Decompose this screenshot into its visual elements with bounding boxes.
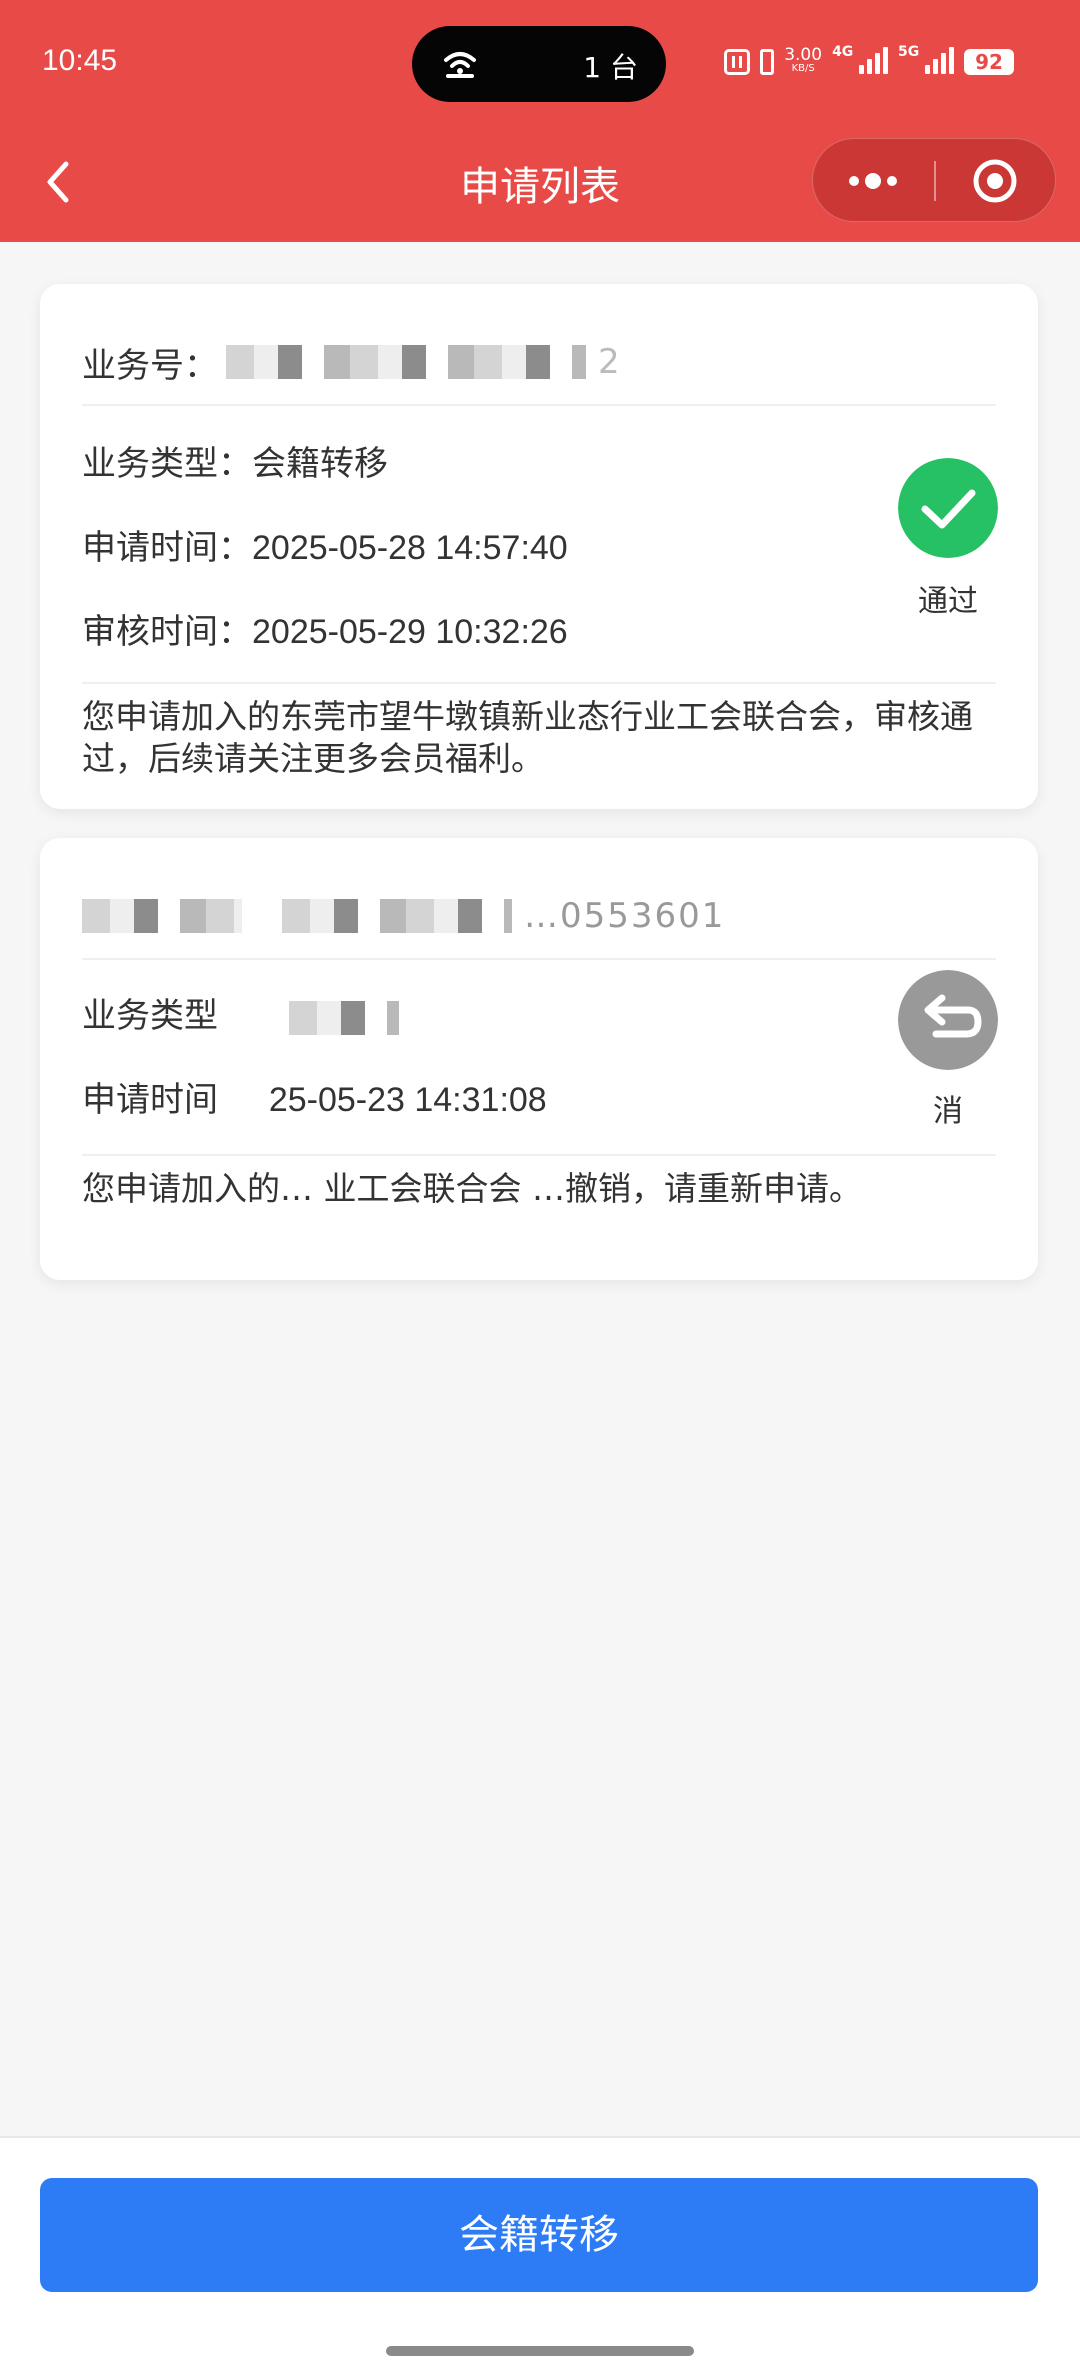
close-miniprogram-button[interactable] bbox=[937, 139, 1057, 223]
status-icons: 3.00 KB/S 4G 5G 92 bbox=[724, 44, 1014, 79]
review-time-label: 审核时间： bbox=[82, 612, 252, 652]
divider bbox=[82, 682, 996, 684]
apply-time-label: 申请时间 bbox=[82, 1080, 218, 1120]
business-type-label: 业务类型： bbox=[82, 444, 252, 484]
dynamic-island: 1 台 bbox=[412, 26, 666, 102]
redacted-mosaic bbox=[82, 899, 242, 933]
application-card[interactable]: …0553601 业务类型 申请时间 25-05-23 14:31:08 消 您… bbox=[40, 838, 1038, 1280]
capsule-divider bbox=[934, 161, 936, 201]
review-time-field: 审核时间：2025-05-29 10:32:26 bbox=[82, 604, 568, 653]
membership-transfer-button[interactable]: 会籍转移 bbox=[40, 2178, 1038, 2292]
application-card[interactable]: 业务号： 2 业务类型：会籍转移 申请时间：2025-05-28 14:57:4… bbox=[40, 284, 1038, 809]
nfc-icon bbox=[724, 48, 751, 75]
status-time: 10:45 bbox=[42, 44, 118, 77]
business-number-value: 2 bbox=[598, 342, 622, 382]
signal-4g-icon: 4G bbox=[832, 44, 889, 79]
check-circle-icon bbox=[898, 458, 998, 558]
redacted-mosaic bbox=[282, 899, 512, 933]
business-type-label: 业务类型 bbox=[82, 996, 218, 1036]
status-label-revoked: 消 bbox=[933, 1094, 963, 1129]
apply-time-field: 申请时间 25-05-23 14:31:08 bbox=[82, 1072, 547, 1121]
business-number-label: 业务号： bbox=[82, 345, 218, 386]
business-number-row: …0553601 bbox=[82, 888, 725, 944]
undo-circle-icon bbox=[898, 970, 998, 1070]
apply-time-field: 申请时间：2025-05-28 14:57:40 bbox=[82, 520, 568, 569]
signal-5g-icon: 5G bbox=[898, 44, 954, 79]
business-number-value: …0553601 bbox=[524, 896, 726, 936]
mini-program-capsule bbox=[812, 138, 1056, 222]
island-text: 1 台 bbox=[583, 51, 638, 84]
review-time-value: 2025-05-29 10:32:26 bbox=[252, 613, 568, 651]
business-type-field: 业务类型：会籍转移 bbox=[82, 436, 388, 485]
target-circle-icon bbox=[973, 159, 1017, 203]
divider bbox=[82, 404, 996, 406]
divider bbox=[82, 1154, 996, 1156]
apply-time-value: 25-05-23 14:31:08 bbox=[268, 1081, 547, 1119]
app-header: 10:45 1 台 3.00 KB/S 4G 5G 92 申请列表 bbox=[0, 0, 1080, 242]
business-type-value: 会籍转移 bbox=[252, 445, 388, 483]
review-note: 您申请加入的东莞市望牛墩镇新业态行业工会联合会，审核通过，后续请关注更多会员福利… bbox=[82, 697, 973, 778]
status-label-approved: 通过 bbox=[918, 584, 978, 619]
business-type-field: 业务类型 bbox=[82, 988, 399, 1037]
more-dots-icon bbox=[849, 173, 897, 189]
battery-indicator: 92 bbox=[964, 48, 1014, 75]
apply-time-label: 申请时间： bbox=[82, 528, 252, 568]
business-number-row: 业务号： 2 bbox=[82, 334, 622, 390]
divider bbox=[82, 958, 996, 960]
redacted-mosaic bbox=[288, 1000, 399, 1035]
vibrate-icon bbox=[760, 48, 775, 75]
hotspot-icon bbox=[444, 52, 476, 78]
review-note: 您申请加入的… 业工会联合会 …撤销，请重新申请。 bbox=[82, 1169, 862, 1208]
apply-time-value: 2025-05-28 14:57:40 bbox=[252, 529, 568, 567]
home-indicator[interactable] bbox=[386, 2346, 694, 2356]
redacted-mosaic bbox=[226, 345, 586, 379]
network-speed: 3.00 KB/S bbox=[784, 44, 823, 74]
more-button[interactable] bbox=[813, 139, 933, 223]
